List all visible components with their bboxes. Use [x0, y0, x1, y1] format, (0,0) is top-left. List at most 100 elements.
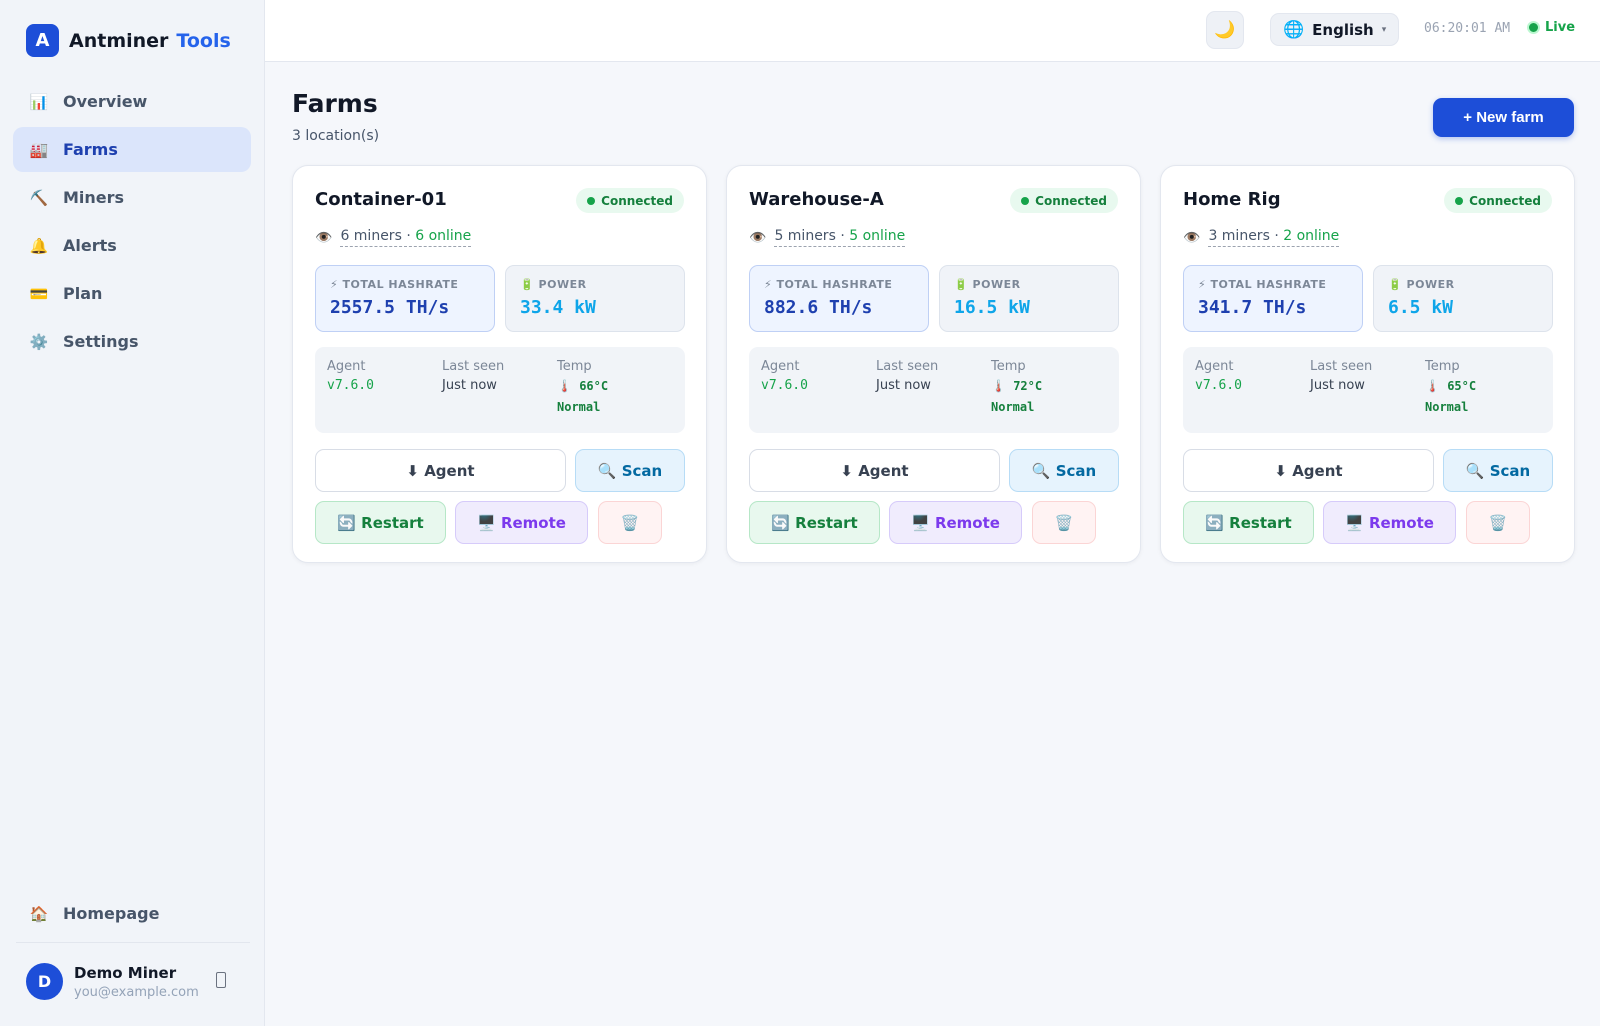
hashrate-label: ⚡ TOTAL HASHRATE	[764, 278, 893, 291]
page-title: Farms	[292, 89, 378, 118]
download-agent-button[interactable]: ⬇ Agent	[1183, 449, 1434, 492]
last-seen-column: Last seen Just now	[442, 359, 504, 393]
power-metric: 🔋 POWER 33.4 kW	[505, 265, 685, 332]
miner-counts[interactable]: 👁️ 3 miners · 2 online	[1183, 228, 1340, 247]
page-subtitle: 3 location(s)	[292, 128, 380, 144]
theme-toggle-button[interactable]: 🌙	[1206, 11, 1244, 49]
delete-button[interactable]: 🗑️	[1032, 501, 1096, 544]
sidebar-item-overview[interactable]: 📊 Overview	[13, 79, 251, 124]
hashrate-metric: ⚡ TOTAL HASHRATE 882.6 TH/s	[749, 265, 929, 332]
delete-button[interactable]: 🗑️	[1466, 501, 1530, 544]
home-icon: 🏠	[29, 904, 49, 923]
brand-logo: A	[26, 24, 59, 57]
delete-button[interactable]: 🗑️	[598, 501, 662, 544]
restart-button[interactable]: 🔄 Restart	[1183, 501, 1314, 544]
temp-value: 🌡️ 66°C	[557, 376, 608, 397]
sidebar-item-label: Alerts	[63, 236, 117, 255]
user-email: you@example.com	[74, 984, 199, 1000]
live-dot-icon	[1527, 21, 1540, 34]
farm-card-2: Home Rig Connected 👁️ 3 miners · 2 onlin…	[1160, 165, 1575, 563]
miners-count: 5 miners	[774, 228, 836, 244]
temp-reading: 66°C	[579, 379, 609, 393]
thermometer-icon: 🌡️	[1425, 379, 1440, 393]
restart-button[interactable]: 🔄 Restart	[315, 501, 446, 544]
count-separator: ·	[406, 228, 411, 244]
status-label: Connected	[601, 193, 673, 208]
power-metric: 🔋 POWER 16.5 kW	[939, 265, 1119, 332]
temp-label: Temp	[991, 359, 1026, 374]
hashrate-value: 341.7 TH/s	[1198, 297, 1307, 318]
globe-icon: 🌐	[1283, 19, 1305, 40]
count-separator: ·	[840, 228, 845, 244]
agent-column: Agent v7.6.0	[1195, 359, 1242, 393]
agent-column: Agent v7.6.0	[761, 359, 808, 393]
sidebar-item-farms[interactable]: 🏭 Farms	[13, 127, 251, 172]
language-label: English	[1312, 20, 1374, 39]
farm-name: Home Rig	[1183, 189, 1281, 210]
last-seen-column: Last seen Just now	[876, 359, 938, 393]
restart-button[interactable]: 🔄 Restart	[749, 501, 880, 544]
temp-status: Normal	[991, 400, 1035, 414]
last-seen-value: Just now	[442, 378, 497, 393]
agent-label: Agent	[761, 359, 800, 374]
status-badge: Connected	[576, 188, 684, 213]
online-count: 5 online	[849, 228, 906, 244]
status-dot-icon	[587, 196, 596, 205]
eye-icon: 👁️	[315, 229, 333, 246]
sidebar-item-homepage[interactable]: 🏠 Homepage	[13, 891, 251, 936]
top-header: 🌙 🌐 English ▾ 06:20:01 AM Live	[265, 0, 1600, 62]
moon-icon: 🌙	[1214, 20, 1236, 40]
sidebar: A Antminer Tools 📊 Overview 🏭 Farms ⛏️ M…	[0, 0, 265, 1026]
remote-button[interactable]: 🖥️ Remote	[455, 501, 588, 544]
farm-info-panel: Agent v7.6.0 Last seen Just now Temp 🌡️ …	[749, 347, 1119, 433]
chart-icon: 📊	[29, 92, 49, 111]
scan-button[interactable]: 🔍 Scan	[1443, 449, 1553, 492]
status-badge: Connected	[1010, 188, 1118, 213]
live-indicator: Live	[1527, 20, 1575, 35]
last-seen-label: Last seen	[442, 359, 505, 374]
temp-value: 🌡️ 72°C	[991, 376, 1042, 397]
temp-label: Temp	[1425, 359, 1460, 374]
scan-button[interactable]: 🔍 Scan	[575, 449, 685, 492]
miner-counts[interactable]: 👁️ 6 miners · 6 online	[315, 228, 472, 247]
miner-counts[interactable]: 👁️ 5 miners · 5 online	[749, 228, 906, 247]
power-label: 🔋 POWER	[520, 278, 587, 291]
download-agent-button[interactable]: ⬇ Agent	[315, 449, 566, 492]
temp-column: Temp 🌡️ 66°C Normal	[557, 359, 608, 418]
power-metric: 🔋 POWER 6.5 kW	[1373, 265, 1553, 332]
status-dot-icon	[1455, 196, 1464, 205]
scan-button[interactable]: 🔍 Scan	[1009, 449, 1119, 492]
farm-name: Container-01	[315, 189, 447, 210]
hashrate-metric: ⚡ TOTAL HASHRATE 341.7 TH/s	[1183, 265, 1363, 332]
language-select[interactable]: 🌐 English ▾	[1270, 13, 1400, 46]
factory-icon: 🏭	[29, 140, 49, 159]
remote-button[interactable]: 🖥️ Remote	[1323, 501, 1456, 544]
last-seen-label: Last seen	[1310, 359, 1373, 374]
chevron-down-icon: ▾	[1381, 24, 1387, 35]
agent-version: v7.6.0	[1195, 378, 1242, 393]
eye-icon: 👁️	[749, 229, 767, 246]
logout-icon[interactable]	[216, 972, 226, 988]
power-label: 🔋 POWER	[954, 278, 1021, 291]
brand-name: Antminer	[69, 29, 169, 52]
sidebar-item-miners[interactable]: ⛏️ Miners	[13, 175, 251, 220]
download-agent-button[interactable]: ⬇ Agent	[749, 449, 1000, 492]
power-value: 33.4 kW	[520, 297, 596, 318]
sidebar-item-alerts[interactable]: 🔔 Alerts	[13, 223, 251, 268]
new-farm-button[interactable]: + New farm	[1433, 98, 1574, 137]
sidebar-item-settings[interactable]: ⚙️ Settings	[13, 319, 251, 364]
user-profile[interactable]: D Demo Miner you@example.com	[26, 963, 236, 1000]
power-value: 16.5 kW	[954, 297, 1030, 318]
remote-button[interactable]: 🖥️ Remote	[889, 501, 1022, 544]
temp-status: Normal	[557, 400, 601, 414]
status-label: Connected	[1035, 193, 1107, 208]
thermometer-icon: 🌡️	[991, 379, 1006, 393]
agent-version: v7.6.0	[327, 378, 374, 393]
brand-accent: Tools	[176, 29, 231, 52]
farm-name: Warehouse-A	[749, 189, 884, 210]
status-badge: Connected	[1444, 188, 1552, 213]
online-count: 6 online	[415, 228, 472, 244]
temp-label: Temp	[557, 359, 592, 374]
brand[interactable]: A Antminer Tools	[26, 24, 231, 57]
sidebar-item-plan[interactable]: 💳 Plan	[13, 271, 251, 316]
